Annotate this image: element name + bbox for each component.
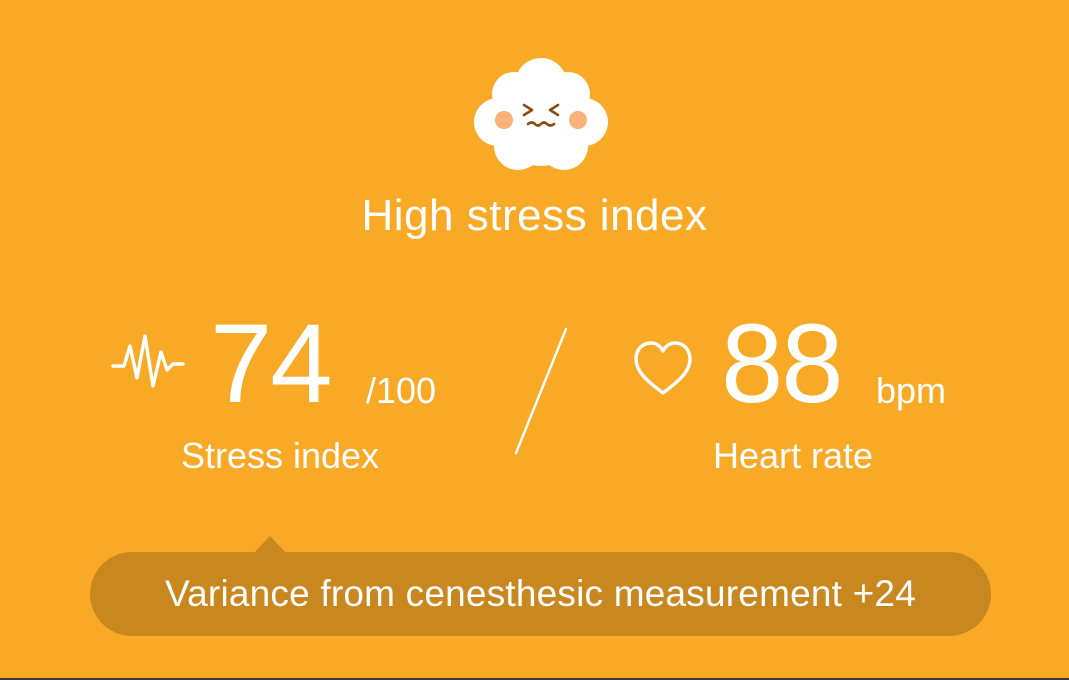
variance-tooltip: Variance from cenesthesic measurement +2…: [90, 552, 991, 636]
heart-rate-value: 88: [721, 301, 844, 426]
heart-rate-label: Heart rate: [712, 435, 874, 476]
stress-index-value: 74: [210, 301, 333, 426]
stress-status-title: High stress index: [361, 191, 708, 240]
stressed-cloud-face-icon: [474, 58, 608, 170]
heart-outline-icon: [634, 341, 692, 395]
stress-index-label: Stress index: [180, 435, 380, 476]
metric-divider: [514, 327, 568, 455]
tooltip-pointer: [254, 536, 286, 553]
pulse-wave-icon: [111, 334, 185, 388]
stress-result-screen: High stress index 74 /100 Stress index 8…: [0, 0, 1069, 680]
heart-rate-unit: bpm: [876, 370, 947, 411]
stress-index-unit: /100: [366, 370, 437, 411]
